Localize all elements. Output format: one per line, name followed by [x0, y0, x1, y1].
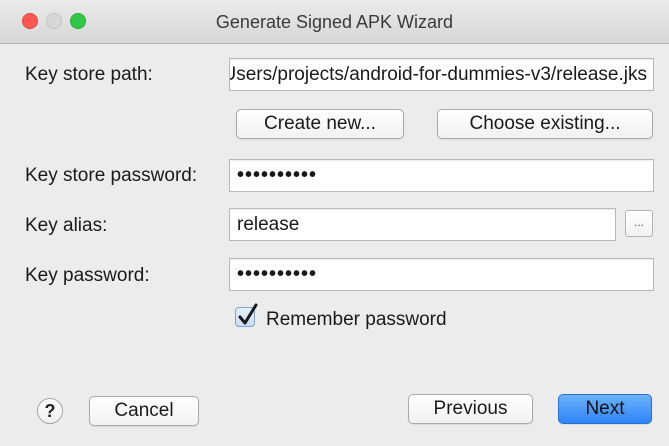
window-title: Generate Signed APK Wizard — [215, 12, 454, 32]
keystore-path-field[interactable]: /Users/projects/android-for-dummies-v3/r… — [229, 58, 654, 91]
cancel-button[interactable]: Cancel — [89, 396, 199, 426]
key-alias-field[interactable]: release — [229, 208, 616, 241]
keystore-path-label: Key store path: — [25, 64, 153, 85]
key-password-field[interactable]: •••••••••• — [229, 258, 654, 291]
keystore-path-value: /Users/projects/android-for-dummies-v3/r… — [229, 64, 647, 85]
key-password-label: Key password: — [25, 265, 150, 286]
alias-browse-button[interactable]: ... — [625, 210, 653, 237]
next-button[interactable]: Next — [558, 394, 652, 424]
choose-existing-button[interactable]: Choose existing... — [437, 109, 653, 139]
help-button[interactable]: ? — [37, 398, 63, 424]
keystore-password-field[interactable]: •••••••••• — [229, 159, 654, 192]
dialog-window: Generate Signed APK Wizard Key store pat… — [0, 0, 669, 446]
checkmark-icon — [238, 303, 258, 325]
create-new-button[interactable]: Create new... — [236, 109, 404, 139]
previous-button[interactable]: Previous — [408, 394, 533, 424]
remember-password-label: Remember password — [266, 309, 447, 330]
title-bar: Generate Signed APK Wizard — [0, 0, 669, 44]
remember-password-checkbox[interactable] — [235, 303, 258, 327]
keystore-password-label: Key store password: — [25, 165, 198, 186]
key-alias-label: Key alias: — [25, 215, 108, 236]
